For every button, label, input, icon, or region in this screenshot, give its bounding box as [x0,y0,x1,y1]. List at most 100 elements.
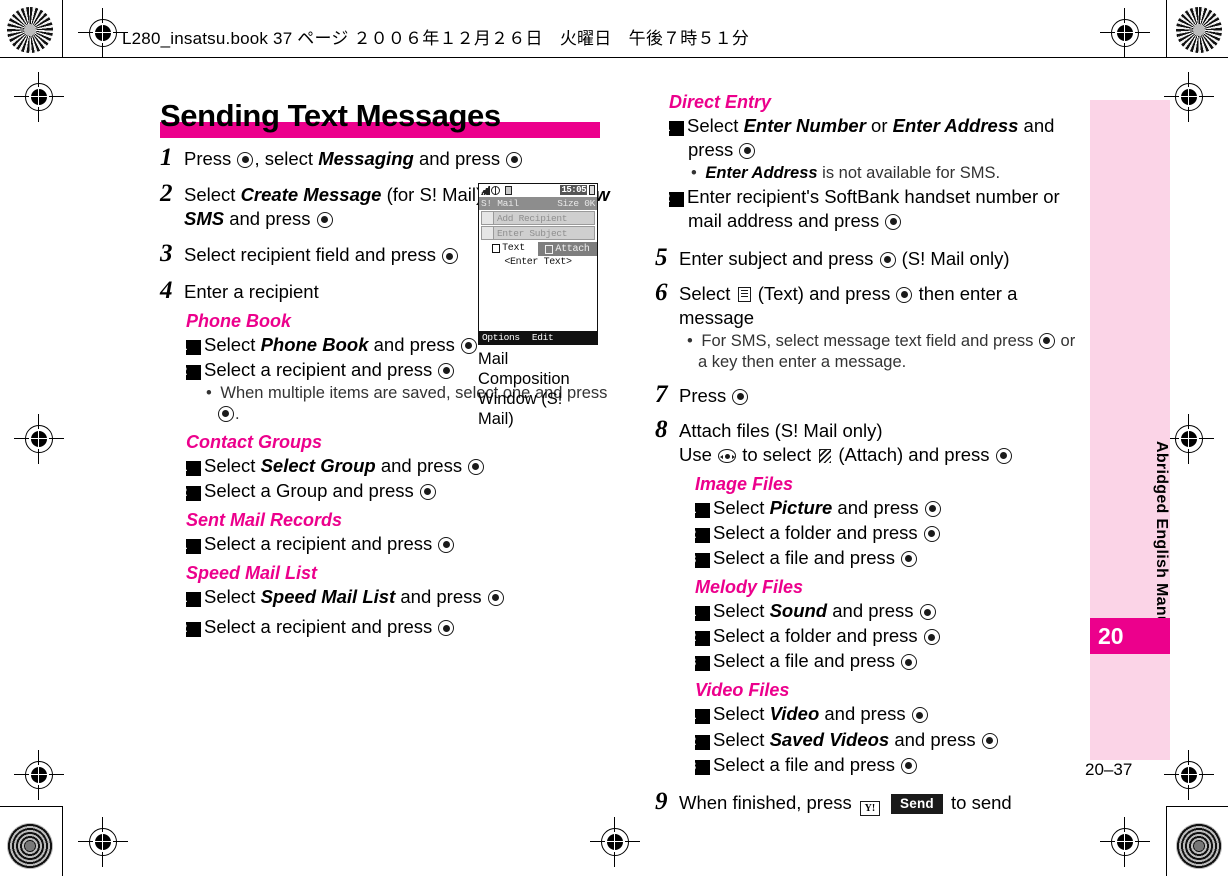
center-key-icon [885,214,902,231]
item-number-badge: 1 [181,592,201,608]
item-number-badge: 1 [690,503,710,519]
center-key-icon [732,388,749,405]
item-lead: Select a folder and press [713,522,918,544]
subsection-heading: Direct Entry [669,92,772,112]
item-lead: Select [204,586,256,608]
phone-tab-text[interactable]: Text [479,242,538,256]
numbered-item: 2 Select Saved Videos and press [690,728,1085,752]
item-number-badge: 2 [690,528,710,544]
chapter-tab-strip: Abridged English Manual 20 [1090,100,1170,760]
center-key-icon [487,590,504,607]
center-key-icon [739,143,756,160]
trim-line-bottom-left-h [0,806,62,807]
registration-mark-center-left [14,414,64,464]
registration-mark-bottom-left [78,817,128,867]
center-key-icon [468,459,485,476]
step-6-lead: Select [679,282,731,304]
person-icon [482,212,494,224]
registration-mark-bottom-center [590,817,640,867]
note-text: is not available for SMS. [822,164,1001,183]
subsection-heading: Phone Book [186,310,292,331]
item-menu-name: Sound [769,600,828,622]
item-lead: Enter recipient's SoftBank handset numbe… [687,186,1060,232]
text-doc-icon [737,286,751,302]
subsection-heading: Contact Groups [186,432,323,453]
numbered-item: 1 Select Picture and press [690,496,1085,520]
subsection-heading: Image Files [695,474,794,495]
chapter-number-badge: 20 [1090,618,1170,654]
numbered-item: 1 Select Sound and press [690,599,1085,623]
step-8-line2: Use to select (Attach) and press [679,443,1085,467]
step-9-number: 9 [655,787,668,815]
item-menu-name: Video [769,703,820,725]
center-key-icon [981,732,998,749]
numbered-item: 3 Select a file and press [690,649,1085,673]
step-5-number: 5 [655,244,668,272]
center-key-icon [506,152,523,168]
item-lead: Select a recipient and press [204,533,433,555]
subsection-phone-book: Phone Book 1 Select Phone Book and press [181,310,486,357]
phone-recipient-field[interactable]: Add Recipient [481,211,595,225]
step-1-lead: Press [184,148,232,169]
note-menu-name: Enter Address [705,164,818,183]
phone-status-bar: 15:05 [479,184,597,197]
step-1-mid: , select [254,148,314,169]
phone-subject-field[interactable]: Enter Subject [481,226,595,240]
trim-line-top-right-h [1166,57,1228,58]
numbered-item: 2 Select a recipient and press [181,615,616,639]
item-tail: and press [380,455,463,477]
step-5-lead: Enter subject and press [679,248,874,270]
trim-line-bottom-right-h [1166,806,1228,807]
step-9: 9 When finished, press Y! Send to send [655,787,1085,816]
step-8-lead: Use [679,444,712,466]
attach-clip-icon [818,448,832,464]
phone-title-left: S! Mail [481,198,519,209]
item-menu-name: Saved Videos [769,728,890,750]
center-key-icon [919,604,936,621]
center-key-icon [923,629,940,646]
item-number-badge: 2 [664,192,684,208]
center-key-icon [218,406,234,423]
item-number-badge: 1 [690,709,710,725]
numbered-item: 2 Select a Group and press [181,479,616,503]
step-6-text: Select (Text) and press then enter a mes… [679,282,1085,373]
item-lead: Select [687,115,739,136]
registration-starburst-topright [1176,7,1222,53]
step-4-lead: Enter a recipient [184,280,319,302]
center-key-icon [901,757,918,774]
registration-starburst-bottomleft [7,823,53,869]
item-number-badge: 1 [181,461,201,477]
phone-screenshot-figure: 15:05 S! Mail Size 0K Add Recipient Ente… [478,183,598,430]
left-right-nav-key-icon [718,449,737,464]
step-5-text: Enter subject and press (S! Mail only) [679,247,1085,271]
phone-softkey-bar: Options Edit [479,331,597,344]
phone-subject-placeholder: Enter Subject [497,227,568,239]
phone-title-bar: S! Mail Size 0K [479,197,597,210]
numbered-item: 1 Select Phone Book and press [181,333,486,357]
text-doc-icon [492,244,501,253]
step-1-menu-name: Messaging [318,148,414,169]
step-7-text: Press [679,384,1085,408]
item-number-badge: 2 [690,631,710,647]
figure-caption: Mail Composition Window (S! Mail) [478,349,598,430]
item-lead: Select a recipient and press [204,358,433,380]
numbered-item: 1 Select Select Group and press [181,454,616,478]
step-3-number: 3 [160,240,173,268]
item-tail: and press [837,497,919,519]
send-button-label[interactable]: Send [891,793,943,815]
phone-tab-attach[interactable]: Attach [538,242,597,256]
registration-mark-lower-left [14,750,64,800]
step-8-text: Attach files (S! Mail only) Use to selec… [679,419,1085,467]
registration-mark-mid-left [14,72,64,122]
softkey-edit[interactable]: Edit [532,332,554,343]
item-number-badge: 1 [181,339,201,355]
memo-icon [505,186,512,195]
item-menu-name: Phone Book [260,333,369,355]
item-lead: Select a Group and press [204,480,414,502]
softkey-options[interactable]: Options [482,332,520,343]
center-key-icon [438,362,455,379]
item-number-badge: 2 [690,734,710,750]
step-1-number: 1 [160,144,173,171]
step-3-lead: Select recipient field and press [184,244,436,266]
center-key-icon [419,484,436,501]
